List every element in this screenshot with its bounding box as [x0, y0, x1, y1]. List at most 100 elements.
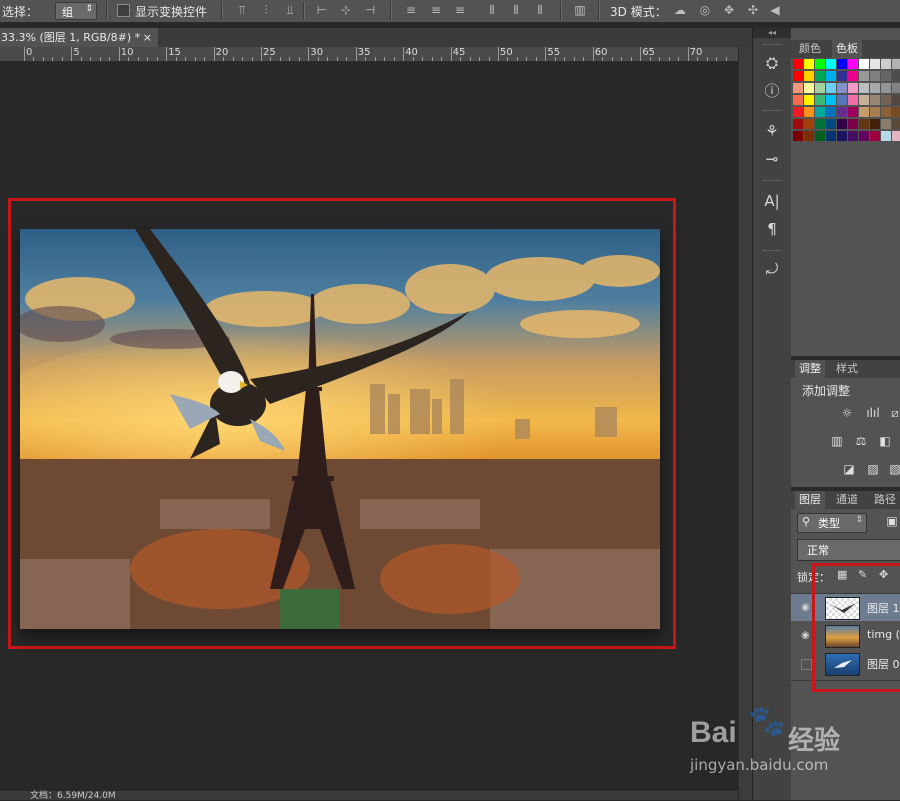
color-swatch[interactable] [870, 83, 880, 93]
color-swatch[interactable] [859, 83, 869, 93]
curves-icon[interactable]: ⧄ [887, 406, 900, 421]
select-dropdown[interactable]: 组 ⇕ [55, 2, 97, 20]
tool-presets-icon[interactable]: ⤾ [760, 258, 784, 280]
collapse-icon[interactable]: ◂◂ [753, 28, 791, 38]
3d-slide-icon[interactable]: ✣ [745, 3, 761, 18]
blend-mode-dropdown[interactable]: 正常 [797, 539, 900, 561]
align-bottom-icon[interactable]: ⫫ [282, 3, 298, 18]
character-icon[interactable]: A| [760, 190, 784, 212]
color-swatch[interactable] [870, 59, 880, 69]
color-swatch[interactable] [892, 119, 900, 129]
color-swatch[interactable] [837, 119, 847, 129]
color-swatch[interactable] [793, 119, 803, 129]
color-swatch[interactable] [859, 119, 869, 129]
image-filter-icon[interactable]: ▣ [884, 514, 900, 529]
color-swatch[interactable] [881, 131, 891, 141]
color-swatch[interactable] [804, 83, 814, 93]
tab-styles[interactable]: 样式 [832, 360, 862, 378]
eye-hidden-icon[interactable] [801, 659, 812, 670]
color-swatch[interactable] [881, 119, 891, 129]
color-swatch[interactable] [848, 107, 858, 117]
color-swatch[interactable] [892, 107, 900, 117]
color-swatch[interactable] [837, 83, 847, 93]
color-swatch[interactable] [793, 59, 803, 69]
color-swatch[interactable] [826, 59, 836, 69]
color-swatch[interactable] [804, 71, 814, 81]
color-swatch[interactable] [793, 107, 803, 117]
color-swatch[interactable] [881, 71, 891, 81]
close-icon[interactable]: × [143, 28, 152, 47]
color-swatch[interactable] [826, 131, 836, 141]
color-swatch[interactable] [826, 95, 836, 105]
align-right-icon[interactable]: ⊣ [362, 3, 378, 18]
color-swatch[interactable] [837, 95, 847, 105]
color-swatch[interactable] [892, 71, 900, 81]
color-swatch[interactable] [826, 71, 836, 81]
distribute-left-icon[interactable]: ⦀ [484, 3, 500, 18]
vertical-scrollbar[interactable] [738, 47, 753, 800]
distribute-top-icon[interactable]: ≡ [403, 3, 419, 18]
history-icon[interactable]: ⛭ [760, 52, 784, 74]
color-swatch[interactable] [815, 95, 825, 105]
color-swatch[interactable] [859, 95, 869, 105]
brightness-icon[interactable]: ☼ [839, 406, 855, 421]
color-swatch[interactable] [793, 83, 803, 93]
layer-filter-dropdown[interactable]: ⚲ 类型 ⇕ [797, 513, 867, 533]
align-left-icon[interactable]: ⊢ [314, 3, 330, 18]
distribute-vcenter-icon[interactable]: ≡ [428, 3, 444, 18]
tab-color[interactable]: 颜色 [795, 40, 825, 58]
color-swatch[interactable] [848, 59, 858, 69]
info-icon[interactable]: ⓘ [760, 80, 784, 102]
tab-channels[interactable]: 通道 [832, 491, 862, 509]
color-swatch[interactable] [815, 131, 825, 141]
color-swatch[interactable] [848, 83, 858, 93]
color-swatch[interactable] [870, 95, 880, 105]
3d-rotate-icon[interactable]: ☁ [672, 3, 688, 18]
color-swatch[interactable] [870, 107, 880, 117]
3d-scale-icon[interactable]: ◀ [767, 3, 783, 18]
color-swatch[interactable] [859, 131, 869, 141]
brush-presets-icon[interactable]: ⚘ [760, 120, 784, 142]
color-swatch[interactable] [837, 107, 847, 117]
auto-align-icon[interactable]: ▥ [572, 3, 588, 18]
distribute-hcenter-icon[interactable]: ⦀ [508, 3, 524, 18]
color-swatch[interactable] [815, 119, 825, 129]
align-vcenter-icon[interactable]: ⫶ [258, 3, 274, 18]
color-swatch[interactable] [837, 59, 847, 69]
gradient-map-icon[interactable]: ▨ [865, 462, 881, 477]
color-swatch[interactable] [837, 71, 847, 81]
color-swatch[interactable] [881, 95, 891, 105]
document-tab[interactable]: 33.3% (图层 1, RGB/8#) * × [0, 28, 158, 47]
color-swatch[interactable] [848, 119, 858, 129]
black-white-icon[interactable]: ◧ [877, 434, 893, 449]
color-swatch[interactable] [815, 83, 825, 93]
color-swatch[interactable] [881, 59, 891, 69]
hue-saturation-icon[interactable]: ▥ [829, 434, 845, 449]
color-swatch[interactable] [804, 119, 814, 129]
color-swatch[interactable] [804, 95, 814, 105]
color-swatch[interactable] [848, 131, 858, 141]
levels-icon[interactable]: ılıl [865, 406, 881, 421]
color-swatch[interactable] [892, 95, 900, 105]
color-swatch[interactable] [793, 95, 803, 105]
color-swatch[interactable] [881, 107, 891, 117]
canvas-image[interactable] [20, 229, 660, 629]
3d-roll-icon[interactable]: ◎ [697, 3, 713, 18]
color-swatch[interactable] [881, 83, 891, 93]
tab-paths[interactable]: 路径 [870, 491, 900, 509]
color-swatch[interactable] [892, 131, 900, 141]
color-swatch[interactable] [826, 119, 836, 129]
brush-settings-icon[interactable]: ⊸ [760, 148, 784, 170]
color-swatch[interactable] [815, 59, 825, 69]
color-swatch[interactable] [859, 107, 869, 117]
tab-swatches[interactable]: 色板 [832, 40, 862, 58]
align-hcenter-icon[interactable]: ⊹ [338, 3, 354, 18]
paragraph-icon[interactable]: ¶ [760, 218, 784, 240]
color-swatch[interactable] [870, 71, 880, 81]
tab-layers[interactable]: 图层 [795, 491, 825, 509]
selective-color-icon[interactable]: ▧ [887, 462, 900, 477]
color-swatch[interactable] [859, 59, 869, 69]
color-swatch[interactable] [848, 71, 858, 81]
color-swatch[interactable] [793, 131, 803, 141]
color-swatch[interactable] [804, 59, 814, 69]
